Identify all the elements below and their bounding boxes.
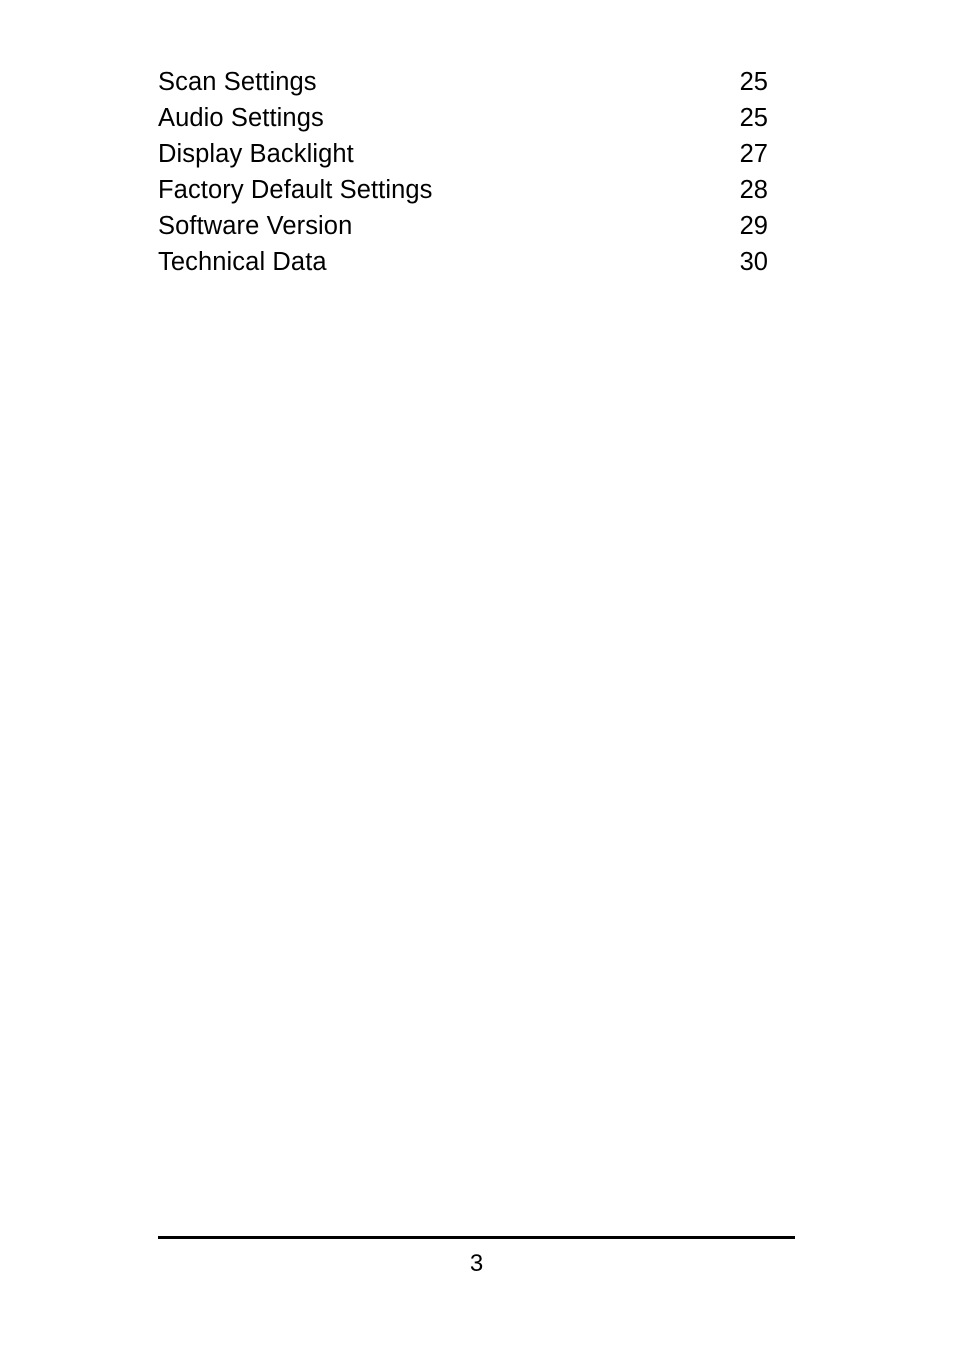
document-page: Scan Settings 25 Audio Settings 25 Displ… [0,0,954,1354]
page-footer: 3 [158,1236,795,1279]
toc-entry-page-number: 27 [739,140,768,168]
toc-entry-title: Audio Settings [158,104,324,132]
toc-entry-title: Software Version [158,212,353,240]
toc-entry-title: Technical Data [158,248,327,276]
toc-entry[interactable]: Software Version 29 [158,208,768,244]
toc-entry-page-number: 25 [739,68,768,96]
toc-entry[interactable]: Factory Default Settings 28 [158,172,768,208]
table-of-contents: Scan Settings 25 Audio Settings 25 Displ… [158,64,768,280]
toc-entry-page-number: 30 [739,248,768,276]
toc-entry[interactable]: Audio Settings 25 [158,100,768,136]
toc-entry-page-number: 28 [739,176,768,204]
toc-entry[interactable]: Technical Data 30 [158,244,768,280]
toc-entry[interactable]: Display Backlight 27 [158,136,768,172]
toc-entry-title: Display Backlight [158,140,354,168]
footer-divider [158,1236,795,1239]
footer-page-number: 3 [469,1249,484,1277]
toc-entry-title: Factory Default Settings [158,176,433,204]
toc-entry[interactable]: Scan Settings 25 [158,64,768,100]
toc-entry-page-number: 29 [739,212,768,240]
toc-entry-page-number: 25 [739,104,768,132]
toc-entry-title: Scan Settings [158,68,317,96]
